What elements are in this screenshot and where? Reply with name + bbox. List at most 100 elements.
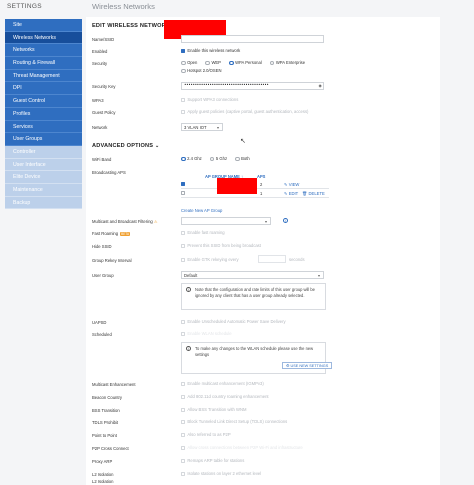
proxy-arp-text: Remaps ARP table for stations	[187, 458, 245, 463]
use-new-settings-label: USE NEW SETTINGS	[290, 364, 329, 368]
eye-icon[interactable]: ◉	[319, 83, 322, 90]
sidebar-nav: Site Wireless Networks Networks Routing …	[5, 19, 82, 210]
sidebar-item-threat-management[interactable]: Threat Management	[5, 69, 82, 83]
proxy-arp-control[interactable]: Remaps ARP table for stations	[181, 458, 245, 464]
p2p-cross-checkbox[interactable]	[181, 445, 186, 451]
edit-button[interactable]: ✎ EDIT	[284, 191, 298, 196]
fast-roaming-control[interactable]: Enable fast roaming	[181, 230, 225, 236]
wpa3-control[interactable]: Support WPA3 connections	[181, 97, 239, 103]
ssid-input[interactable]	[181, 35, 324, 43]
page-title: Wireless Networks	[92, 2, 155, 11]
uapsd-checkbox[interactable]	[181, 319, 186, 325]
rekey-interval-input[interactable]	[258, 255, 286, 263]
hide-ssid-control[interactable]: Prevent this SSID from being broadcast	[181, 243, 261, 249]
l2-isolation-text: Isolate stations on layer 2 ethernet lev…	[187, 471, 262, 476]
radio-wpa-personal[interactable]	[228, 60, 234, 66]
sidebar-item-wireless-networks[interactable]: Wireless Networks	[5, 31, 82, 45]
radio-2-4ghz[interactable]	[181, 156, 186, 162]
hotspot-option[interactable]: Hotspot 2.0/OSEN	[181, 68, 222, 74]
view-button[interactable]: ✎ VIEW	[284, 182, 299, 187]
guest-policy-control[interactable]: Apply guest policies (captive portal, gu…	[181, 109, 308, 115]
info-icon[interactable]: i	[283, 218, 288, 223]
sidebar-item-dpi[interactable]: DPI	[5, 82, 82, 96]
multicast-filter-select[interactable]: ▾	[181, 217, 271, 225]
p2p-cross-control[interactable]: Allow cross connections between P2P Wi-F…	[181, 445, 303, 451]
sidebar-item-elite-device[interactable]: Elite Device	[5, 171, 82, 184]
uapsd-control[interactable]: Enable Unscheduled Automatic Power Save …	[181, 319, 286, 325]
tdls-label: TDLS Prohibit	[92, 420, 119, 425]
rekey-control[interactable]: Enable GTK rekeying every	[181, 257, 239, 263]
sidebar-item-maintenance[interactable]: Maintenance	[5, 183, 82, 197]
band-option-5[interactable]: 5 Ghz	[209, 156, 227, 162]
fast-roaming-text: Enable fast roaming	[187, 230, 225, 235]
radio-wep[interactable]	[205, 60, 210, 66]
mcast-enh-checkbox[interactable]	[181, 381, 186, 387]
user-group-select[interactable]: Default ▾	[181, 271, 324, 279]
security-option-wpa-personal[interactable]: WPA Personal	[228, 60, 262, 66]
advanced-heading-text: ADVANCED OPTIONS	[92, 143, 154, 149]
security-option-open[interactable]: Open	[181, 60, 197, 66]
proxy-arp-checkbox[interactable]	[181, 458, 186, 464]
l2-isolation-control[interactable]: Isolate stations on layer 2 ethernet lev…	[181, 471, 262, 477]
rekey-text: Enable GTK rekeying every	[187, 257, 239, 262]
sidebar-item-user-interface[interactable]: User Interface	[5, 158, 82, 172]
row-aps-count: 1	[260, 191, 263, 196]
wpa3-checkbox[interactable]	[181, 97, 186, 103]
sidebar-item-guest-control[interactable]: Guest Control	[5, 95, 82, 108]
l2-isolation-label: L2 Isolation	[92, 472, 114, 477]
mcast-enh-text: Enable multicast enhancement (IGMPv3)	[187, 381, 264, 386]
network-select[interactable]: 3 VLAN IOT ▾	[181, 123, 223, 131]
band-2-4-label: 2.4 Ghz	[187, 156, 202, 161]
beacon-control[interactable]: Add 802.11d country roaming enhancement	[181, 394, 269, 400]
edit-label: EDIT	[288, 190, 299, 196]
scheduled-checkbox[interactable]	[181, 331, 186, 337]
scheduled-control[interactable]: Enable WLAN schedule	[181, 331, 232, 337]
guest-policy-checkbox[interactable]	[181, 109, 186, 115]
sidebar-item-routing-firewall[interactable]: Routing & Firewall	[5, 57, 82, 70]
sidebar-item-user-groups[interactable]: User Groups	[5, 133, 82, 146]
section-heading-advanced[interactable]: ADVANCED OPTIONS ⌄	[92, 143, 159, 149]
mcast-enh-control[interactable]: Enable multicast enhancement (IGMPv3)	[181, 381, 264, 387]
rekey-checkbox[interactable]	[181, 257, 186, 263]
bss-control[interactable]: Allow BSS Transition with WNM	[181, 407, 247, 413]
fast-roaming-checkbox[interactable]	[181, 230, 186, 236]
radio-hotspot[interactable]	[181, 68, 186, 74]
sidebar-item-backup[interactable]: Backup	[5, 196, 82, 210]
bss-checkbox[interactable]	[181, 407, 186, 413]
enabled-checkbox[interactable]	[181, 48, 186, 54]
sidebar-title: SETTINGS	[7, 3, 42, 10]
radio-5ghz[interactable]	[209, 156, 215, 162]
sidebar-item-site[interactable]: Site	[5, 19, 82, 32]
band-option-both[interactable]: Both	[235, 156, 250, 162]
beacon-checkbox[interactable]	[181, 394, 186, 400]
sidebar-item-controller[interactable]: Controller	[5, 145, 82, 159]
p2p-cross-text: Allow cross connections between P2P Wi-F…	[187, 445, 303, 450]
band-option-2-4[interactable]: 2.4 Ghz	[181, 156, 202, 162]
create-ap-group-link[interactable]: Create New AP Group	[181, 208, 222, 213]
guest-policy-label: Guest Policy	[92, 110, 116, 115]
row-checkbox[interactable]	[181, 191, 186, 196]
p2p-checkbox[interactable]	[181, 432, 186, 438]
delete-button[interactable]: 🗑 DELETE	[302, 191, 325, 197]
radio-wpa-enterprise[interactable]	[269, 60, 275, 66]
sidebar-item-networks[interactable]: Networks	[5, 44, 82, 58]
hide-ssid-checkbox[interactable]	[181, 243, 186, 249]
sidebar-item-services[interactable]: Services	[5, 120, 82, 134]
fast-roaming-label: Fast Roaming BETA	[92, 231, 131, 236]
enabled-control[interactable]: Enable this wireless network	[181, 48, 240, 54]
row-checkbox[interactable]	[181, 182, 186, 187]
radio-open[interactable]	[181, 60, 186, 66]
use-new-settings-button[interactable]: ⚙ USE NEW SETTINGS	[282, 362, 333, 369]
security-key-input[interactable]: ••••••••••••••••••••••••••••••••••••••••…	[181, 82, 324, 90]
tdls-control[interactable]: Block Tunneled Link Direct Setup (TDLS) …	[181, 419, 287, 425]
security-option-wpa-enterprise[interactable]: WPA Enterprise	[269, 60, 305, 66]
rekey-unit: seconds	[289, 257, 305, 262]
sidebar-item-profiles[interactable]: Profiles	[5, 107, 82, 121]
security-option-wep[interactable]: WEP	[205, 60, 221, 66]
tdls-checkbox[interactable]	[181, 419, 186, 425]
radio-both[interactable]	[235, 156, 240, 162]
p2p-text: Also referred to as P2P	[187, 432, 231, 437]
p2p-control[interactable]: Also referred to as P2P	[181, 432, 231, 438]
wpa3-text: Support WPA3 connections	[187, 97, 239, 102]
l2-isolation-checkbox[interactable]	[181, 471, 186, 477]
